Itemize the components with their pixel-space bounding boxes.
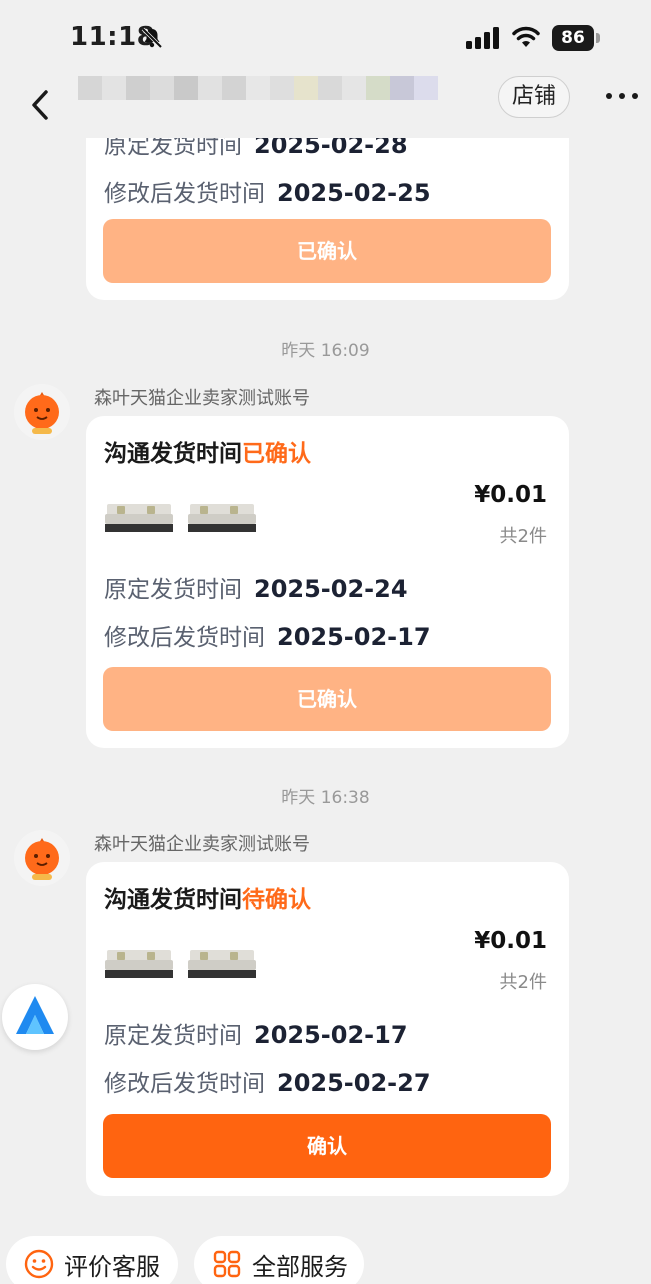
- modified-ship-row: 修改后发货时间 2025-02-25: [104, 174, 431, 208]
- status-bar: 11:18 86: [0, 0, 651, 76]
- battery-indicator: 86: [552, 25, 600, 51]
- product-thumbnail[interactable]: [103, 946, 175, 980]
- product-thumbnail[interactable]: [186, 500, 258, 534]
- card-title-text: 沟通发货时间: [104, 887, 242, 913]
- original-ship-row: 原定发货时间 2025-02-24: [104, 570, 408, 604]
- seller-avatar-icon: [14, 384, 70, 440]
- modified-ship-date: 2025-02-27: [277, 1069, 431, 1097]
- card-title: 沟通发货时间待确认: [104, 880, 311, 914]
- cellular-signal-icon: [466, 27, 499, 49]
- back-arrow-icon[interactable]: [26, 84, 56, 128]
- blurred-chat-title: [78, 76, 438, 100]
- battery-nub: [596, 33, 600, 43]
- shop-button[interactable]: 店铺: [498, 76, 570, 118]
- grid-icon: [213, 1250, 241, 1278]
- nav-bar: 店铺: [0, 76, 651, 138]
- chat-screen: 11:18 86 店铺 原定发货时间 2025-02-28 修改后发货时间 20…: [0, 0, 651, 1284]
- wifi-icon: [512, 26, 540, 47]
- seller-avatar-icon: [14, 830, 70, 886]
- card-status: 已确认: [242, 441, 311, 467]
- muted-bell-icon: [141, 27, 163, 49]
- original-ship-date: 2025-02-24: [254, 575, 408, 603]
- delivery-time-card: 沟通发货时间已确认 ¥0.01 共2件 原定发货时间 2025-02-24 修改…: [86, 416, 569, 748]
- sender-name: 森叶天猫企业卖家测试账号: [94, 388, 310, 409]
- confirmed-button[interactable]: 已确认: [103, 667, 551, 731]
- all-services-button[interactable]: 全部服务: [194, 1236, 364, 1284]
- card-title: 沟通发货时间已确认: [104, 434, 311, 468]
- product-thumbnail[interactable]: [103, 500, 175, 534]
- smile-icon: [24, 1249, 54, 1279]
- sender-name: 森叶天猫企业卖家测试账号: [94, 834, 310, 855]
- item-count: 共2件: [499, 972, 547, 993]
- card-title-text: 沟通发货时间: [104, 441, 242, 467]
- original-ship-label: 原定发货时间: [104, 1023, 242, 1049]
- card-status: 待确认: [242, 887, 311, 913]
- modified-ship-label: 修改后发货时间: [104, 1071, 265, 1097]
- more-options-icon[interactable]: [604, 88, 640, 104]
- original-ship-date: 2025-02-17: [254, 1021, 408, 1049]
- original-ship-label: 原定发货时间: [104, 138, 242, 159]
- rate-service-label: 评价客服: [64, 1252, 160, 1281]
- modified-ship-date: 2025-02-17: [277, 623, 431, 651]
- confirmed-button[interactable]: 已确认: [103, 219, 551, 283]
- assistant-logo-icon: [16, 996, 54, 1034]
- modified-ship-label: 修改后发货时间: [104, 625, 265, 651]
- original-ship-row: 原定发货时间 2025-02-28: [104, 138, 408, 160]
- delivery-time-card: 沟通发货时间待确认 ¥0.01 共2件 原定发货时间 2025-02-17 修改…: [86, 862, 569, 1196]
- modified-ship-row: 修改后发货时间 2025-02-17: [104, 618, 431, 652]
- original-ship-row: 原定发货时间 2025-02-17: [104, 1016, 408, 1050]
- item-count: 共2件: [499, 526, 547, 547]
- modified-ship-label: 修改后发货时间: [104, 181, 265, 207]
- order-price: ¥0.01: [474, 482, 547, 508]
- rate-service-button[interactable]: 评价客服: [6, 1236, 178, 1284]
- confirm-button[interactable]: 确认: [103, 1114, 551, 1178]
- original-ship-date: 2025-02-28: [254, 138, 408, 159]
- chat-message-list[interactable]: 原定发货时间 2025-02-28 修改后发货时间 2025-02-25 已确认 昨…: [0, 138, 651, 1284]
- modified-ship-row: 修改后发货时间 2025-02-27: [104, 1064, 431, 1098]
- assistant-float-button[interactable]: [2, 984, 68, 1050]
- modified-ship-date: 2025-02-25: [277, 179, 431, 207]
- product-thumbnail[interactable]: [186, 946, 258, 980]
- message-timestamp: 昨天 16:38: [281, 788, 370, 808]
- order-price: ¥0.01: [474, 928, 547, 954]
- message-timestamp: 昨天 16:09: [281, 341, 370, 361]
- delivery-time-card: 原定发货时间 2025-02-28 修改后发货时间 2025-02-25 已确认: [86, 138, 569, 300]
- battery-level: 86: [552, 25, 594, 51]
- all-services-label: 全部服务: [252, 1252, 348, 1281]
- original-ship-label: 原定发货时间: [104, 577, 242, 603]
